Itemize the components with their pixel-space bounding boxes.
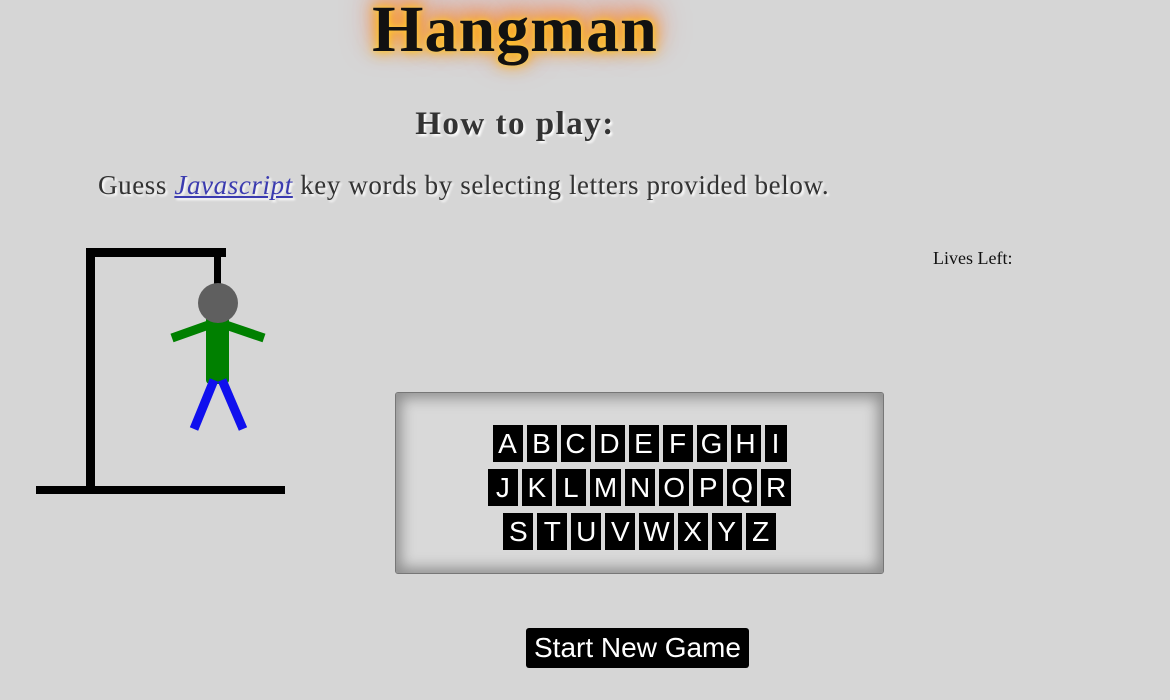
head xyxy=(198,283,238,323)
lives-left-label: Lives Left: xyxy=(933,248,1013,268)
gallows-pole xyxy=(86,248,95,490)
gallows-rope xyxy=(214,248,221,288)
gallows-beam xyxy=(86,248,226,257)
letter-key-v[interactable]: V xyxy=(605,513,636,550)
letter-key-k[interactable]: K xyxy=(521,469,552,506)
instructions-text: Guess Javascript key words by selecting … xyxy=(98,170,829,201)
letter-key-d[interactable]: D xyxy=(594,425,625,462)
letter-key-z[interactable]: Z xyxy=(745,513,776,550)
letter-key-i[interactable]: I xyxy=(764,425,787,462)
instructions-prefix: Guess xyxy=(98,170,175,200)
letter-key-q[interactable]: Q xyxy=(727,469,758,506)
letter-key-r[interactable]: R xyxy=(761,469,792,506)
page-title: Hangman xyxy=(372,0,658,66)
letter-key-l[interactable]: L xyxy=(555,469,586,506)
lives-left: Lives Left: xyxy=(933,248,1016,269)
right-leg xyxy=(217,378,248,431)
letter-key-x[interactable]: X xyxy=(677,513,708,550)
keyboard-row: STUVWXYZ xyxy=(396,513,883,550)
start-new-game-button[interactable]: Start New Game xyxy=(526,628,749,668)
keyboard-row: JKLMNOPQR xyxy=(396,469,883,506)
letter-keyboard: ABCDEFGHI JKLMNOPQR STUVWXYZ xyxy=(395,392,884,574)
letter-key-g[interactable]: G xyxy=(696,425,727,462)
gallows-base xyxy=(36,486,285,494)
letter-key-t[interactable]: T xyxy=(537,513,568,550)
letter-key-o[interactable]: O xyxy=(659,469,690,506)
letter-key-f[interactable]: F xyxy=(662,425,693,462)
letter-key-j[interactable]: J xyxy=(487,469,518,506)
letter-key-h[interactable]: H xyxy=(730,425,761,462)
letter-key-a[interactable]: A xyxy=(492,425,523,462)
gallows xyxy=(36,248,285,494)
body xyxy=(206,316,229,384)
how-to-play-heading: How to play: xyxy=(415,106,615,142)
keyboard-row: ABCDEFGHI xyxy=(396,425,883,462)
instructions-suffix: key words by selecting letters provided … xyxy=(292,170,830,200)
stick-figure xyxy=(170,283,266,431)
letter-key-c[interactable]: C xyxy=(560,425,591,462)
hangman-page: Hangman How to play: Guess Javascript ke… xyxy=(0,0,1170,700)
letter-key-y[interactable]: Y xyxy=(711,513,742,550)
letter-key-p[interactable]: P xyxy=(693,469,724,506)
hangman-drawing xyxy=(36,248,285,494)
letter-key-b[interactable]: B xyxy=(526,425,557,462)
left-leg xyxy=(189,378,219,431)
letter-key-m[interactable]: M xyxy=(589,469,622,506)
letter-key-w[interactable]: W xyxy=(639,513,674,550)
letter-key-n[interactable]: N xyxy=(625,469,656,506)
letter-key-u[interactable]: U xyxy=(571,513,602,550)
letter-key-s[interactable]: S xyxy=(503,513,534,550)
javascript-link[interactable]: Javascript xyxy=(174,170,292,200)
letter-key-e[interactable]: E xyxy=(628,425,659,462)
